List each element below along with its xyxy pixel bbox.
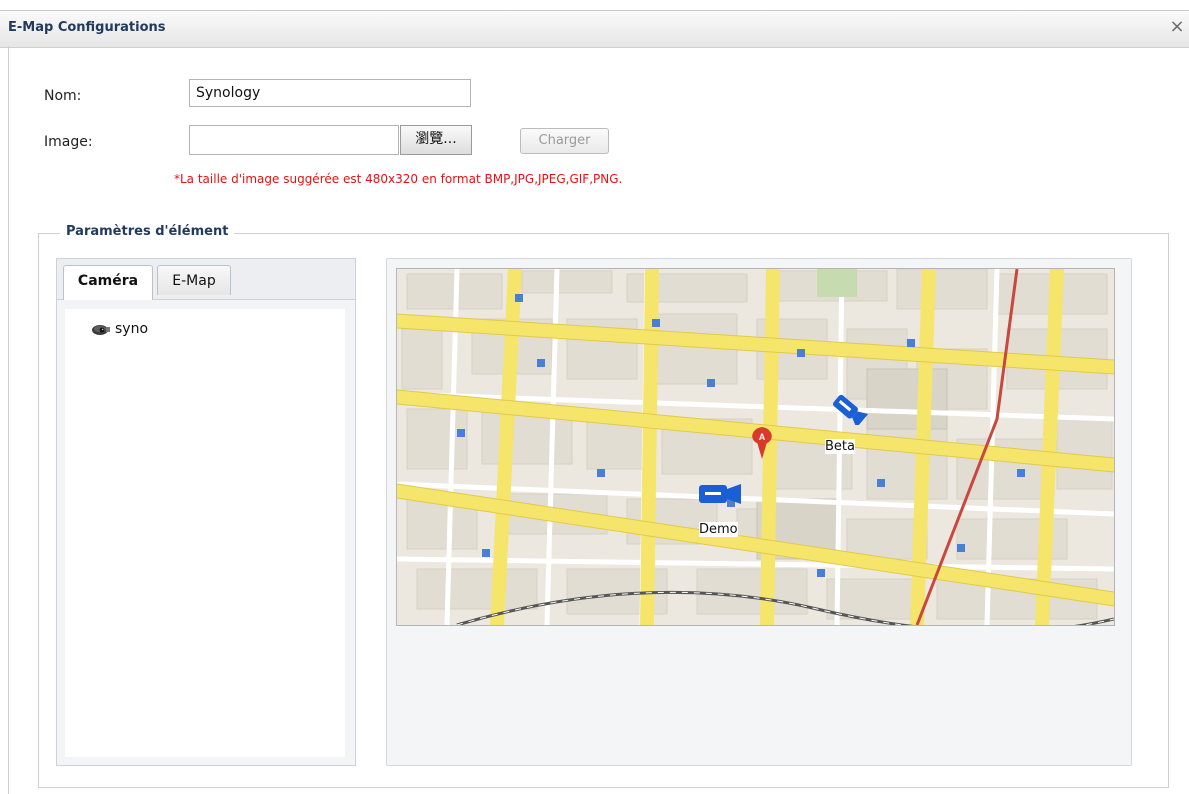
image-file-input[interactable] [189,125,399,155]
tree-item-label: syno [115,321,149,337]
name-label: Nom: [44,88,82,104]
tab-bar: Caméra E-Map [57,259,355,300]
camera-label-demo: Demo [699,522,738,537]
map-graphic: A [397,269,1114,625]
map-pin-letter: A [759,432,766,442]
element-list-panel: Caméra E-Map syno [56,258,356,766]
close-icon[interactable]: × [1167,16,1187,38]
browse-button[interactable]: 瀏覽... [400,125,472,155]
window-border [8,46,9,794]
name-input[interactable] [189,79,471,107]
upload-button[interactable]: Charger [520,128,609,154]
tab-camera[interactable]: Caméra [63,265,153,300]
camera-marker-icon [833,394,869,428]
emap-dialog: E-Map Configurations × Nom: Image: 瀏覽...… [0,0,1189,794]
image-size-hint: *La taille d'image suggérée est 480x320 … [174,172,623,186]
camera-marker-beta[interactable] [825,391,869,428]
camera-marker-icon [699,484,741,504]
image-label: Image: [44,134,93,150]
tree-item-syno[interactable]: syno [91,321,148,337]
camera-tree: syno [65,309,345,757]
emap-image: A Beta Demo [396,268,1115,626]
element-params-legend: Paramètres d'élément [60,224,235,239]
camera-icon [91,322,111,336]
camera-label-beta: Beta [825,439,855,454]
camera-marker-demo[interactable] [697,479,745,509]
dialog-title: E-Map Configurations [8,20,166,35]
title-bar: E-Map Configurations × [0,10,1189,48]
tab-emap[interactable]: E-Map [157,265,231,295]
